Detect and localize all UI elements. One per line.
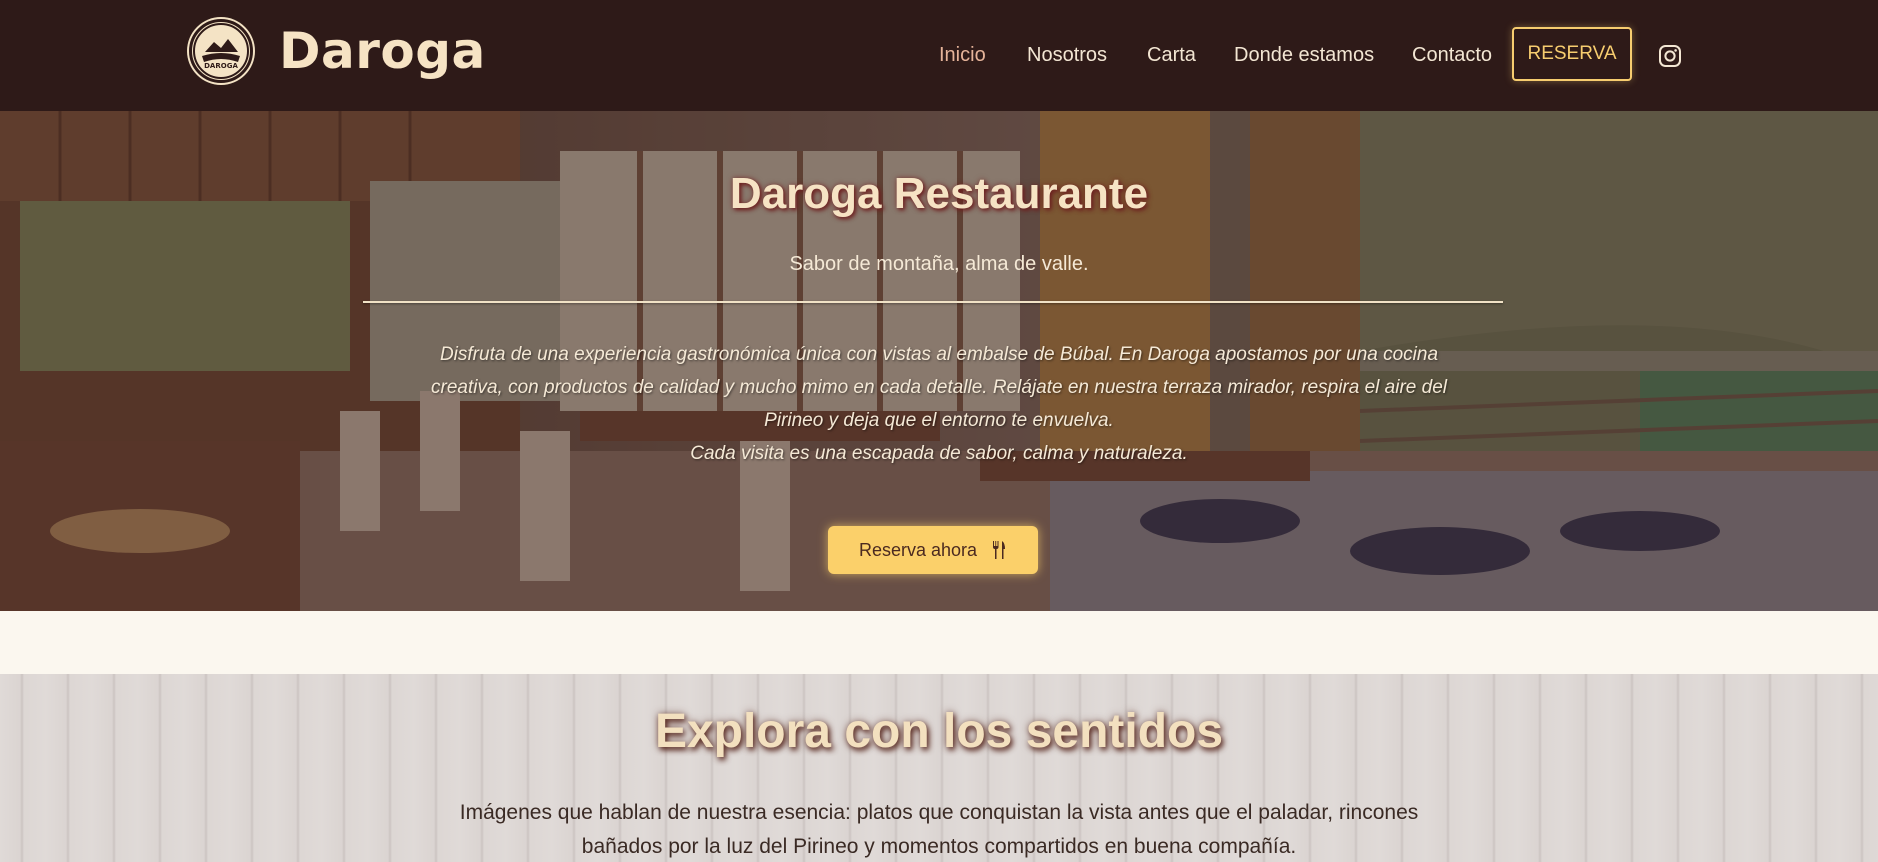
reserva-button[interactable]: RESERVA [1512, 27, 1632, 81]
hero-section: Daroga Restaurante Sabor de montaña, alm… [0, 111, 1878, 611]
explore-description: Imágenes que hablan de nuestra esencia: … [420, 796, 1458, 862]
nav-contacto[interactable]: Contacto [1412, 44, 1492, 67]
explore-section: Explora con los sentidos Imágenes que ha… [0, 674, 1878, 862]
hero-title: Daroga Restaurante [729, 169, 1149, 218]
reserva-ahora-button[interactable]: Reserva ahora [828, 526, 1038, 574]
brand-logo[interactable]: DAROGA [189, 19, 253, 83]
explore-title: Explora con los sentidos [654, 705, 1224, 758]
logo-text: DAROGA [204, 62, 238, 70]
top-navbar: DAROGA Daroga Inicio Nosotros Carta Dond… [0, 0, 1878, 111]
hero-description: Disfruta de una experiencia gastronómica… [400, 338, 1478, 470]
brand[interactable]: DAROGA Daroga [189, 19, 486, 83]
nav-carta[interactable]: Carta [1147, 44, 1196, 67]
brand-name[interactable]: Daroga [279, 22, 486, 80]
section-spacer [0, 611, 1878, 674]
hero-subtitle: Sabor de montaña, alma de valle. [789, 253, 1089, 275]
logo-emblem-icon: DAROGA [193, 23, 249, 79]
nav-nosotros[interactable]: Nosotros [1027, 44, 1107, 67]
hero-description-line: Disfruta de una experiencia gastronómica… [439, 344, 1439, 365]
hero-description-line: creativa, con productos de calidad y muc… [431, 377, 1447, 398]
fork-knife-icon [993, 541, 1006, 559]
nav-donde-estamos[interactable]: Donde estamos [1234, 44, 1374, 67]
hero-divider [363, 301, 1503, 303]
hero-description-line: Cada visita es una escapada de sabor, ca… [690, 443, 1188, 464]
instagram-icon[interactable] [1658, 44, 1682, 68]
reserva-ahora-label: Reserva ahora [858, 539, 978, 560]
explore-description-line: bañados por la luz del Pirineo y momento… [581, 835, 1297, 858]
explore-description-line: Imágenes que hablan de nuestra esencia: … [459, 801, 1419, 824]
nav-inicio[interactable]: Inicio [939, 44, 986, 67]
hero-description-line: Pirineo y deja que el entorno te envuelv… [764, 410, 1114, 431]
